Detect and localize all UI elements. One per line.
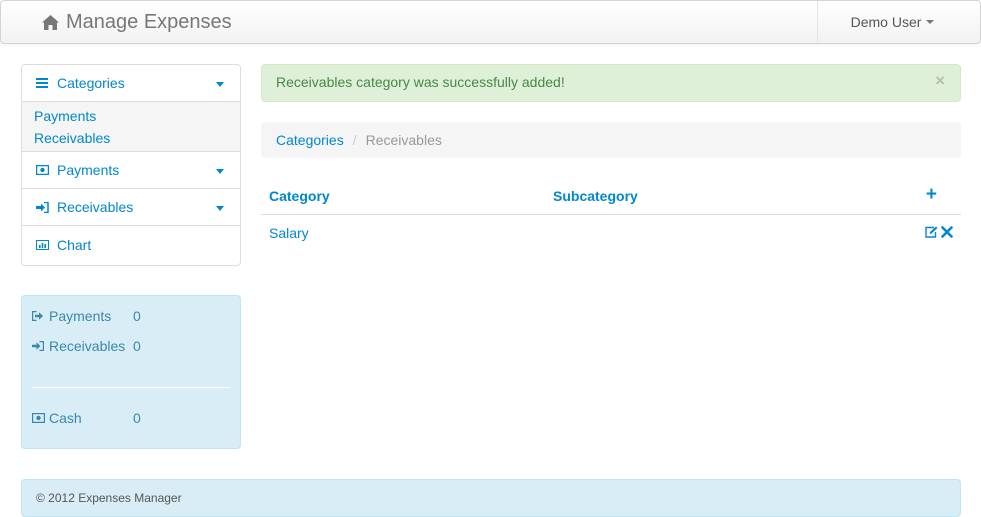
success-alert: Receivables category was successfully ad…	[261, 64, 961, 102]
add-category-button[interactable]: +	[926, 185, 937, 205]
sign-in-icon	[32, 340, 45, 352]
user-name: Demo User	[850, 14, 922, 30]
stat-value: 0	[133, 338, 141, 354]
categories-table: Category Subcategory + Salary	[261, 177, 961, 253]
sidebar-categories-body: Payments Receivables	[22, 102, 240, 152]
edit-icon[interactable]	[925, 226, 938, 238]
sidebar-section-chart[interactable]: Chart	[22, 226, 240, 263]
chevron-down-icon	[216, 169, 224, 174]
sign-out-icon	[32, 310, 45, 322]
chevron-down-icon	[926, 20, 935, 24]
footer-text: © 2012 Expenses Manager	[36, 491, 182, 505]
stat-receivables: Receivables 0	[32, 336, 141, 356]
top-navbar: Manage Expenses Demo User	[0, 0, 981, 44]
close-icon[interactable]: ×	[935, 72, 945, 90]
brand-link[interactable]: Manage Expenses	[41, 10, 232, 34]
stat-label: Cash	[49, 410, 82, 426]
table-header: Category Subcategory +	[261, 177, 961, 215]
footer: © 2012 Expenses Manager	[21, 479, 961, 517]
breadcrumb-divider: /	[352, 132, 357, 148]
user-menu-dropdown[interactable]: Demo User	[817, 1, 979, 43]
sidebar-section-label: Receivables	[57, 199, 134, 215]
column-header-subcategory[interactable]: Subcategory	[553, 188, 638, 204]
brand-title: Manage Expenses	[66, 10, 232, 33]
stats-divider	[32, 387, 230, 388]
stat-payments: Payments 0	[32, 306, 141, 326]
sidebar-section-label: Payments	[57, 162, 120, 178]
stat-cash: Cash 0	[32, 408, 141, 428]
bar-chart-icon	[36, 239, 49, 251]
sidebar-accordion: Categories Payments Receivables Payments…	[21, 64, 241, 266]
breadcrumb: Categories / Receivables	[261, 122, 961, 158]
breadcrumb-current: Receivables	[365, 132, 442, 148]
chevron-down-icon	[216, 206, 224, 211]
stat-value: 0	[133, 410, 141, 426]
alert-message: Receivables category was successfully ad…	[276, 74, 565, 90]
category-cell[interactable]: Salary	[269, 225, 309, 241]
balance-summary: Payments 0 Receivables 0 Cash 0	[21, 295, 241, 449]
sidebar-section-categories[interactable]: Categories	[22, 65, 240, 102]
sidebar-section-label: Chart	[57, 236, 92, 253]
stat-value: 0	[133, 308, 141, 324]
sign-in-icon	[36, 201, 49, 213]
table-row: Salary	[261, 215, 961, 253]
sidebar-item-payments[interactable]: Payments	[34, 105, 228, 127]
money-icon	[36, 164, 49, 176]
row-actions	[925, 226, 953, 238]
sidebar-section-label: Categories	[57, 75, 125, 91]
sidebar-section-receivables[interactable]: Receivables	[22, 189, 240, 226]
sidebar-item-receivables[interactable]: Receivables	[34, 127, 228, 149]
breadcrumb-link-categories[interactable]: Categories	[276, 132, 344, 148]
stat-label: Receivables	[49, 338, 126, 354]
chevron-down-icon	[216, 82, 224, 87]
column-header-category[interactable]: Category	[269, 188, 330, 204]
money-icon	[32, 412, 45, 424]
sidebar-section-payments[interactable]: Payments	[22, 152, 240, 189]
list-icon	[36, 77, 49, 89]
home-icon	[41, 14, 60, 31]
stat-label: Payments	[49, 308, 112, 324]
delete-icon[interactable]	[941, 226, 953, 238]
